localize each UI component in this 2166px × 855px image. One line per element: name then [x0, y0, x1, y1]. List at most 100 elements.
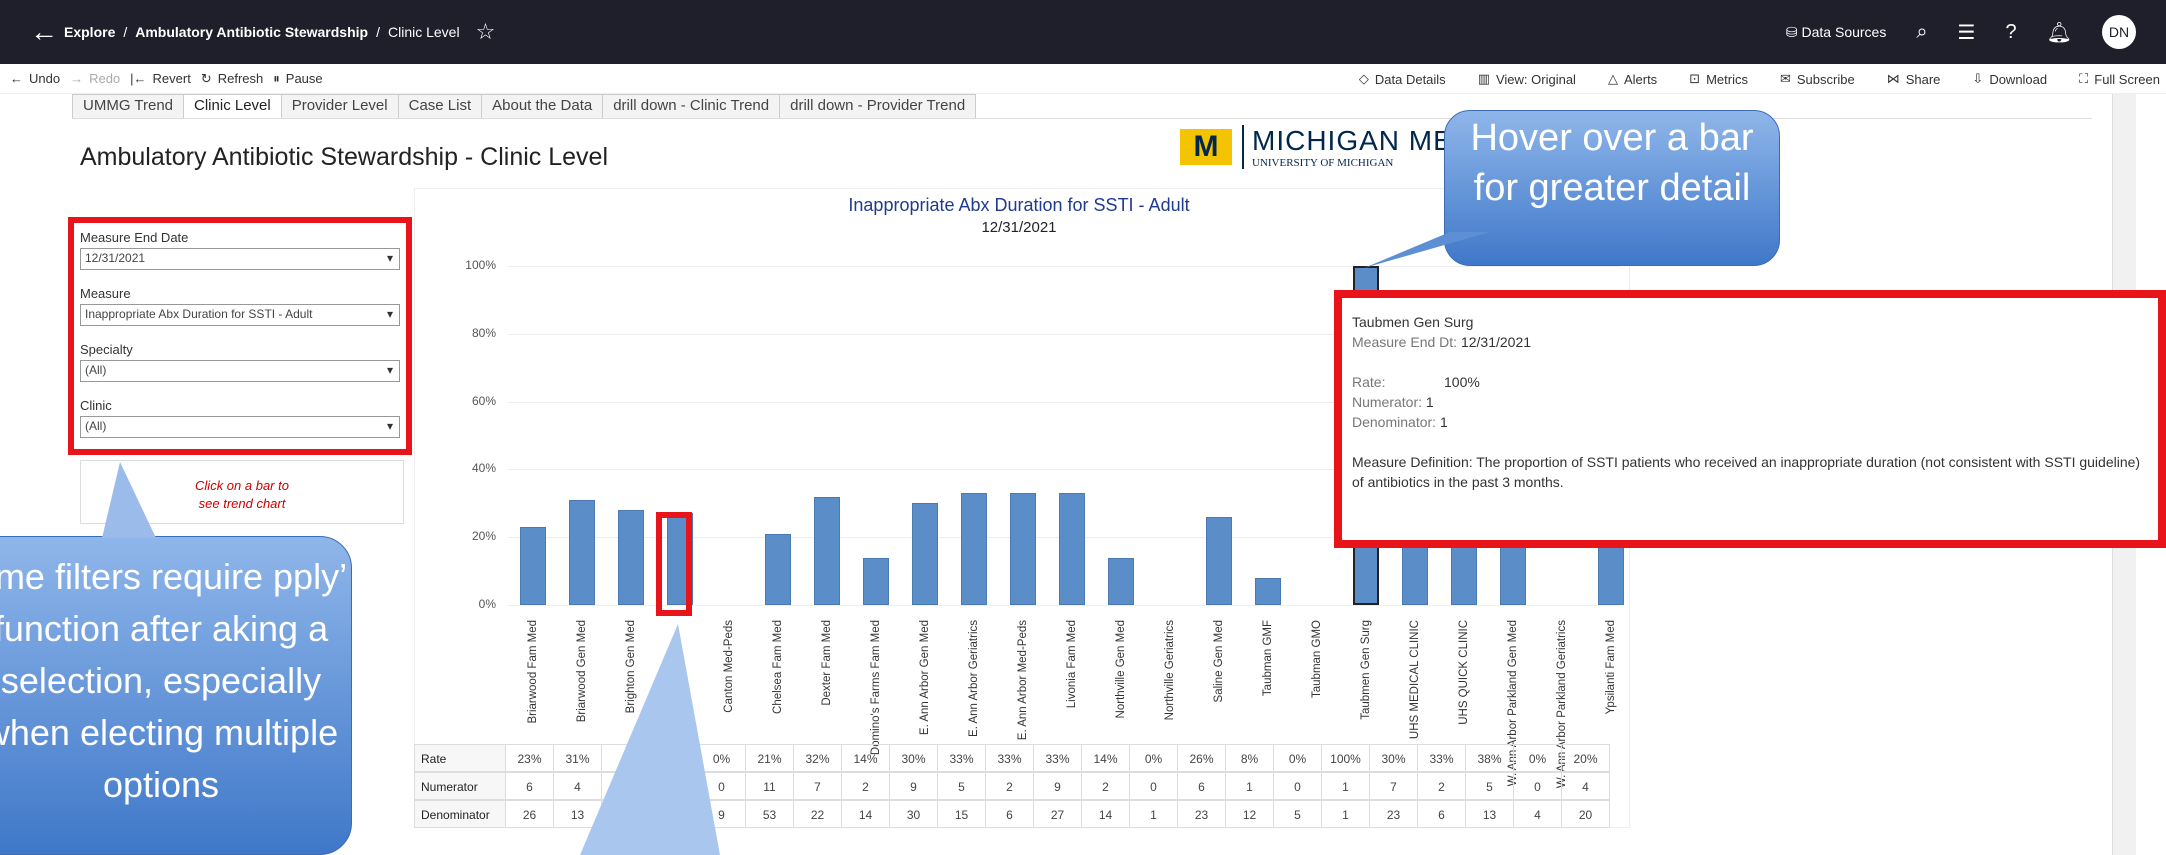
bar[interactable] — [1107, 557, 1134, 605]
view-original-button[interactable]: ▥ View: Original — [1478, 71, 1576, 87]
x-tick-label: W. Ann Arbor Parkland Gen Med — [1506, 620, 1519, 787]
x-tick-label: Domino's Farms Fam Med — [869, 620, 882, 756]
table-cell: 53 — [745, 800, 794, 828]
top-actions: ⛁ Data Sources ⌕ ☰ ? 🔔︎ DN — [1786, 0, 2136, 64]
bar[interactable] — [1205, 516, 1232, 605]
bar[interactable] — [862, 557, 889, 605]
bar[interactable] — [1254, 577, 1281, 605]
full-screen-button[interactable]: ⛶ Full Screen — [2079, 71, 2160, 87]
table-cell: 6 — [1177, 772, 1226, 800]
table-cell: 30 — [889, 800, 938, 828]
help-icon[interactable]: ? — [2005, 21, 2016, 44]
top-nav-bar: ← Explore / Ambulatory Antibiotic Stewar… — [0, 0, 2166, 64]
table-cell: 32% — [793, 744, 842, 772]
custom-views-icon[interactable]: ☰ — [1958, 20, 1976, 45]
tab-case-list[interactable]: Case List — [397, 94, 483, 118]
share-button[interactable]: ⋈ Share — [1887, 71, 1941, 87]
bar[interactable] — [1058, 493, 1085, 605]
bar[interactable] — [764, 533, 791, 605]
breadcrumb: Explore / Ambulatory Antibiotic Stewards… — [64, 19, 496, 45]
table-cell: 2 — [1081, 772, 1130, 800]
refresh-icon: ↻ — [200, 70, 212, 86]
table-cell: 26 — [505, 800, 554, 828]
y-tick-label: 80% — [471, 325, 496, 340]
tooltip-end-date: Measure End Dt: 12/31/2021 — [1352, 334, 1532, 350]
tab-about-the-data[interactable]: About the Data — [481, 94, 604, 118]
y-tick-label: 20% — [471, 529, 496, 544]
table-cell: 22 — [793, 800, 842, 828]
revert-button[interactable]: |← Revert — [130, 71, 191, 86]
table-cell: 20 — [1561, 800, 1610, 828]
table-cell: 0 — [1513, 772, 1562, 800]
metrics-button[interactable]: ⊡ Metrics — [1689, 71, 1748, 87]
arrow-left-icon[interactable]: ← — [30, 16, 64, 48]
table-cell: 14% — [841, 744, 890, 772]
filters-highlight-box — [68, 217, 412, 455]
table-cell: 0% — [1273, 744, 1322, 772]
bar[interactable] — [617, 510, 644, 605]
subscribe-button[interactable]: ✉ Subscribe — [1780, 71, 1855, 87]
filters-callout: ome filters require pply’ function after… — [0, 536, 352, 855]
x-tick-label: Northville Geriatrics — [1163, 620, 1176, 721]
avatar[interactable]: DN — [2102, 15, 2136, 49]
pause-button[interactable]: ⏸ Pause — [273, 71, 322, 87]
tab-provider-level[interactable]: Provider Level — [280, 94, 399, 118]
bar[interactable] — [960, 493, 987, 605]
breadcrumb-workbook[interactable]: Ambulatory Antibiotic Stewardship — [135, 24, 368, 40]
bar-tooltip: Taubmen Gen Surg Measure End Dt: 12/31/2… — [1334, 290, 2166, 548]
tab-drill-down-clinic-trend[interactable]: drill down - Clinic Trend — [602, 94, 781, 118]
table-row-header: Rate — [414, 744, 506, 772]
table-cell: 4 — [1561, 772, 1610, 800]
table-cell: 7 — [793, 772, 842, 800]
tab-drill-down-provider-trend[interactable]: drill down - Provider Trend — [779, 94, 977, 118]
undo-icon: ← — [10, 71, 23, 86]
x-tick-label: Chelsea Fam Med — [771, 620, 784, 714]
x-tick-label: E. Ann Arbor Gen Med — [918, 620, 931, 736]
star-icon[interactable]: ☆ — [476, 19, 496, 45]
table-cell: 23 — [1369, 800, 1418, 828]
bar[interactable] — [568, 499, 595, 605]
x-tick-label: Livonia Fam Med — [1065, 620, 1078, 709]
breadcrumb-explore[interactable]: Explore — [64, 24, 115, 40]
table-cell: 11 — [745, 772, 794, 800]
table-cell: 1 — [1321, 800, 1370, 828]
search-icon[interactable]: ⌕ — [1916, 21, 1927, 44]
table-cell: 4 — [1513, 800, 1562, 828]
table-cell: 21% — [745, 744, 794, 772]
bar[interactable] — [519, 527, 546, 605]
table-cell: 2 — [985, 772, 1034, 800]
y-tick-label: 0% — [478, 597, 496, 611]
x-tick-label: Saline Gen Med — [1212, 620, 1225, 703]
selected-bar-highlight — [656, 512, 692, 616]
bar[interactable] — [1009, 493, 1036, 605]
database-icon: ⛁ — [1785, 23, 1798, 40]
table-cell: 12 — [1225, 800, 1274, 828]
bar[interactable] — [813, 496, 840, 605]
table-cell: 0% — [1513, 744, 1562, 772]
x-tick-label: Northville Gen Med — [1114, 620, 1127, 719]
x-tick-label: W. Ann Arbor Parkland Geriatrics — [1555, 620, 1568, 789]
alerts-button[interactable]: △ Alerts — [1608, 71, 1657, 87]
tab-ummg-trend[interactable]: UMMG Trend — [72, 94, 185, 118]
bar[interactable] — [911, 503, 938, 605]
table-cell: 26% — [1177, 744, 1226, 772]
data-sources-button[interactable]: ⛁ Data Sources — [1786, 24, 1886, 41]
table-cell: 2 — [841, 772, 890, 800]
refresh-button[interactable]: ↻ Refresh — [201, 71, 263, 87]
x-tick-label: E. Ann Arbor Geriatrics — [967, 620, 980, 737]
tab-clinic-level[interactable]: Clinic Level — [183, 94, 282, 118]
x-tick-label: Dexter Fam Med — [820, 620, 833, 706]
revert-icon: |← — [130, 71, 147, 86]
table-cell: 33% — [985, 744, 1034, 772]
redo-button[interactable]: → Redo — [70, 71, 120, 86]
hover-callout-pointer — [1364, 232, 1490, 268]
table-cell: 20% — [1561, 744, 1610, 772]
filters-callout-pointer — [102, 462, 156, 538]
table-cell: 5 — [1273, 800, 1322, 828]
undo-button[interactable]: ← Undo — [10, 71, 60, 86]
download-button[interactable]: ⇩ Download — [1972, 71, 2047, 87]
data-details-button[interactable]: ◇ Data Details — [1359, 71, 1446, 87]
tooltip-rate: Rate: 100% — [1352, 374, 1480, 390]
bell-icon[interactable]: 🔔︎ — [2047, 20, 2072, 45]
tooltip-numerator: Numerator: 1 — [1352, 394, 1434, 410]
